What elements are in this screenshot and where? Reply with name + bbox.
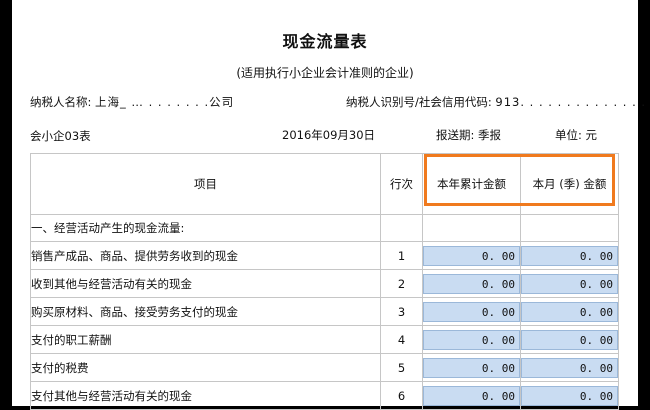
header-current-amount: 本月 (季) 金额 [520,153,619,215]
table-row: 销售产成品、商品、提供劳务收到的现金 1 0. 00 0. 00 [30,241,619,270]
unit: 单位: 元 [555,127,597,143]
taxpayer-name-value: 上海_ … . . . . . . .公司 [95,95,235,109]
section-title: 一、经营活动产生的现金流量: [30,214,381,242]
row-item: 收到其他与经营活动有关的现金 [30,269,381,298]
table-row: 支付的税费 5 0. 00 0. 00 [30,353,619,382]
header-item: 项目 [30,153,381,215]
current-amount-input[interactable]: 0. 00 [521,329,618,350]
row-item: 支付的职工薪酬 [30,325,381,354]
row-item: 支付的税费 [30,353,381,382]
row-line-no: 4 [380,325,423,354]
current-amount-input[interactable]: 0. 00 [521,273,618,294]
section-row: 一、经营活动产生的现金流量: [30,214,619,242]
row-line-no: 5 [380,353,423,382]
taxpayer-name-label: 纳税人名称: [30,95,92,109]
row-line-no: 1 [380,241,423,270]
table-row: 购买原材料、商品、接受劳务支付的现金 3 0. 00 0. 00 [30,297,619,326]
current-amount-input[interactable]: 0. 00 [521,385,618,406]
report-period-label: 报送期: [436,128,475,142]
row-item: 购买原材料、商品、接受劳务支付的现金 [30,297,381,326]
ytd-amount-input[interactable]: 0. 00 [423,357,520,378]
unit-value: 元 [585,128,598,142]
row-line-no: 3 [380,297,423,326]
form-code: 会小企03表 [30,129,91,143]
row-line-no: 6 [380,381,423,410]
table-row: 支付的职工薪酬 4 0. 00 0. 00 [30,325,619,354]
row-item: 支付其他与经营活动有关的现金 [30,381,381,410]
header-line-no: 行次 [380,153,423,215]
current-amount-input[interactable]: 0. 00 [521,357,618,378]
current-amount-input[interactable]: 0. 00 [521,301,618,322]
ytd-amount-input[interactable]: 0. 00 [423,385,520,406]
unit-label: 单位: [555,128,582,142]
taxpayer-id-label: 纳税人识别号/社会信用代码: [346,95,492,109]
report-date: 2016年09月30日 [282,128,376,142]
taxpayer-id-value: 913. . . . . . . . . . . . . . . . [495,95,650,109]
report-period-value: 季报 [478,128,502,142]
ytd-amount-input[interactable]: 0. 00 [423,301,520,322]
page-subtitle: (适用执行小企业会计准则的企业) [236,66,414,80]
taxpayer-id: 纳税人识别号/社会信用代码: 913. . . . . . . . . . . … [346,94,650,110]
report-period: 报送期: 季报 [436,127,501,143]
table-row: 收到其他与经营活动有关的现金 2 0. 00 0. 00 [30,269,619,298]
header-ytd-amount: 本年累计金额 [422,153,521,215]
taxpayer-name: 纳税人名称: 上海_ … . . . . . . .公司 [30,94,234,110]
table-row: 支付其他与经营活动有关的现金 6 0. 00 0. 00 [30,381,619,410]
ytd-amount-input[interactable]: 0. 00 [423,273,520,294]
ytd-amount-input[interactable]: 0. 00 [423,245,520,266]
current-amount-input[interactable]: 0. 00 [521,245,618,266]
row-item: 销售产成品、商品、提供劳务收到的现金 [30,241,381,270]
row-line-no: 2 [380,269,423,298]
table-header-row: 项目 行次 本年累计金额 本月 (季) 金额 [30,153,619,215]
cash-flow-table: 项目 行次 本年累计金额 本月 (季) 金额 一、经营活动产生的现金流量: 销售… [30,153,619,410]
ytd-amount-input[interactable]: 0. 00 [423,329,520,350]
page-title: 现金流量表 [282,32,368,51]
